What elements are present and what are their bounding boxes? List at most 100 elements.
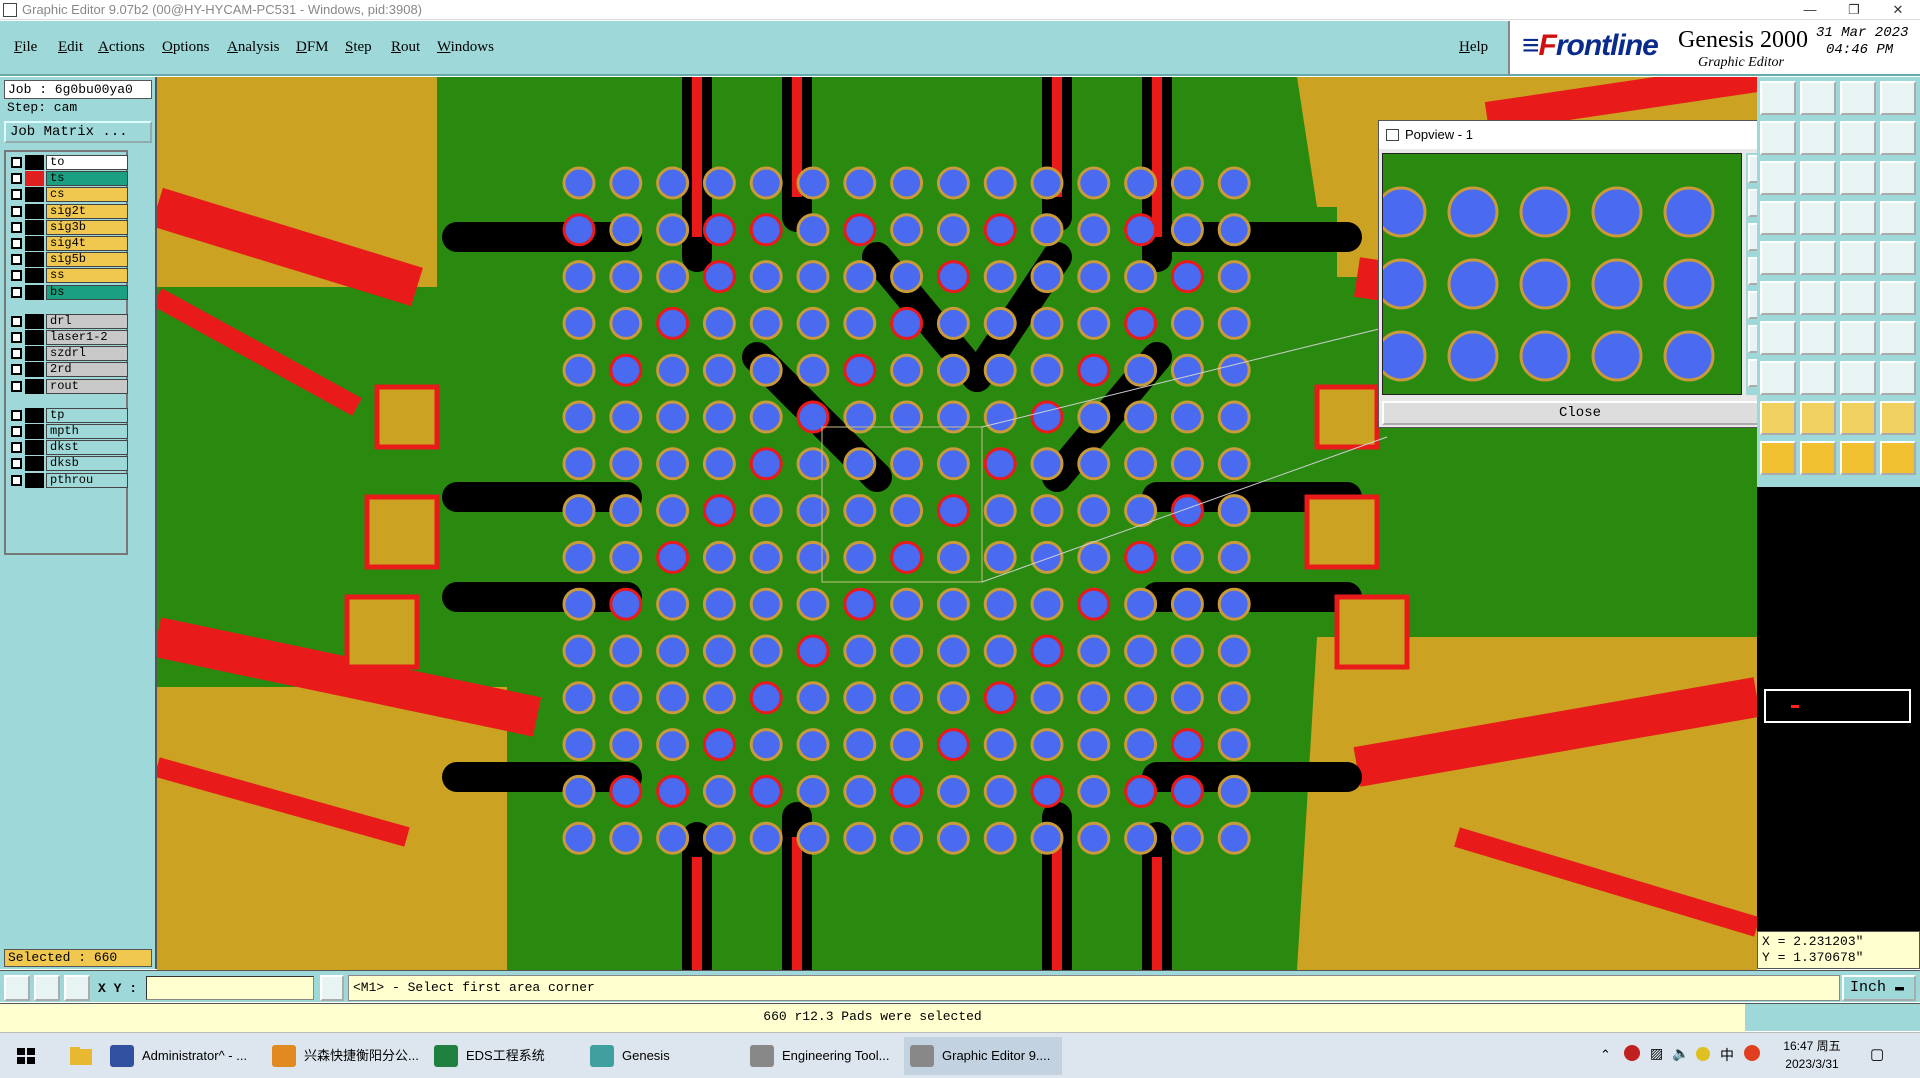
refresh-icon[interactable] [1800,161,1836,195]
zoom-in-icon[interactable] [1800,81,1836,115]
restore-button[interactable]: ❐ [1832,0,1876,20]
text-icon[interactable] [1880,321,1916,355]
layer-color-swatch[interactable] [25,219,44,235]
layer-row-tp[interactable]: tp [8,407,128,423]
ruler-icon[interactable] [1840,241,1876,275]
notification-icon[interactable]: ▢ [1870,1045,1884,1063]
layer-row-ss[interactable]: ss [8,268,128,284]
layer-color-swatch[interactable] [25,378,44,394]
layer-row-sig2t[interactable]: sig2t [8,203,128,219]
taskbar-item-2[interactable]: 兴森快捷衡阳分公... [266,1037,420,1075]
layer-name[interactable]: to [46,155,128,170]
menu-file[interactable]: File [14,39,37,56]
tray-app-icon[interactable] [1624,1045,1640,1061]
layer-checkbox[interactable] [11,315,22,327]
layer-checkbox[interactable] [11,189,22,201]
layer-row-laser1-2[interactable]: laser1-2 [8,330,128,345]
taskbar-item-4[interactable]: Genesis [584,1037,734,1075]
layer-row-sig4t[interactable]: sig4t [8,236,128,251]
warn-c-icon[interactable] [1840,401,1876,435]
menu-windows[interactable]: Windows [437,39,494,56]
layer-checkbox[interactable] [11,238,22,249]
layer-checkbox[interactable] [11,173,22,185]
layer-row-sig5b[interactable]: sig5b [8,252,128,268]
layer-b-icon[interactable] [1880,201,1916,235]
menu-dfm[interactable]: DFM [296,39,329,56]
layer-color-swatch[interactable] [25,424,44,439]
popview-close-button[interactable]: Close [1382,401,1778,425]
line-icon[interactable] [1800,321,1836,355]
start-button[interactable] [0,1037,52,1075]
arc-icon[interactable] [1840,321,1876,355]
pin-icon[interactable] [1880,281,1916,315]
layer-row-dkst[interactable]: dkst [8,440,128,456]
warn-a-icon[interactable] [1760,401,1796,435]
layer-color-swatch[interactable] [25,203,44,219]
layer-row-mpth[interactable]: mpth [8,424,128,439]
layer-color-swatch[interactable] [25,346,44,362]
layer-row-bs[interactable]: bs [8,284,128,300]
layer-checkbox[interactable] [11,286,22,298]
xy-input[interactable] [146,976,314,1000]
layer-color-swatch[interactable] [25,440,44,456]
draw-icon[interactable] [1760,241,1796,275]
taskbar-item-5[interactable]: Engineering Tool... [744,1037,894,1075]
snap-icon[interactable] [1760,201,1796,235]
popview-viewport[interactable] [1382,153,1742,395]
layer-checkbox[interactable] [11,426,22,437]
pointer-c-icon[interactable] [1840,441,1876,475]
layer-name[interactable]: ts [46,171,128,187]
close-window-button[interactable]: ✕ [1876,0,1920,20]
zoom-home-icon[interactable] [1760,81,1796,115]
layer-row-2rd[interactable]: 2rd [8,362,128,378]
layer-checkbox[interactable] [11,221,22,233]
layer-a-icon[interactable] [1840,201,1876,235]
layer-checkbox[interactable] [11,254,22,266]
layer-color-swatch[interactable] [25,330,44,345]
center-icon[interactable] [1760,161,1796,195]
snap-icon[interactable] [4,975,30,1001]
pointer-d-icon[interactable] [1880,441,1916,475]
layer-checkbox[interactable] [11,380,22,392]
layer-checkbox[interactable] [11,205,22,217]
layer-row-drl[interactable]: drl [8,313,128,329]
layer-checkbox[interactable] [11,474,22,486]
layer-row-cs[interactable]: cs [8,187,128,203]
layer-name[interactable]: ss [46,268,128,284]
overview-map[interactable] [1757,487,1920,931]
layer-checkbox[interactable] [11,364,22,376]
layer-name[interactable]: laser1-2 [46,330,128,345]
pan-down-icon[interactable] [1880,121,1916,155]
layer-checkbox[interactable] [11,458,22,470]
layer-name[interactable]: mpth [46,424,128,439]
layer-name[interactable]: bs [46,284,128,300]
layer-row-sig3b[interactable]: sig3b [8,219,128,235]
point-icon[interactable] [1880,241,1916,275]
menu-analysis[interactable]: Analysis [227,39,280,56]
layer-row-pthrou[interactable]: pthrou [8,472,128,488]
layer-color-swatch[interactable] [25,187,44,203]
layer-name[interactable]: sig3b [46,219,128,235]
layer-name[interactable]: cs [46,187,128,203]
cross-icon[interactable] [1800,281,1836,315]
taskbar-item-6[interactable]: Graphic Editor 9.... [904,1037,1062,1075]
menu-options[interactable]: Options [162,39,210,56]
layer-row-ts[interactable]: ts [8,171,128,187]
menu-help[interactable]: Help [1459,39,1488,56]
layer-name[interactable]: sig2t [46,203,128,219]
layer-checkbox[interactable] [11,348,22,360]
layer-color-swatch[interactable] [25,472,44,488]
measure-icon[interactable] [1840,361,1876,395]
layer-color-swatch[interactable] [25,236,44,251]
layer-color-swatch[interactable] [25,252,44,268]
layer-name[interactable]: sig5b [46,252,128,268]
layer-row-szdrl[interactable]: szdrl [8,346,128,362]
layer-name[interactable]: szdrl [46,346,128,362]
ratio-icon[interactable] [1840,161,1876,195]
tray-status-icon[interactable] [1696,1047,1710,1061]
layer-color-swatch[interactable] [25,155,44,170]
help-icon[interactable] [1880,161,1916,195]
minimize-button[interactable]: — [1788,0,1832,20]
file-explorer-button[interactable] [56,1037,104,1075]
layer-checkbox[interactable] [11,157,22,168]
